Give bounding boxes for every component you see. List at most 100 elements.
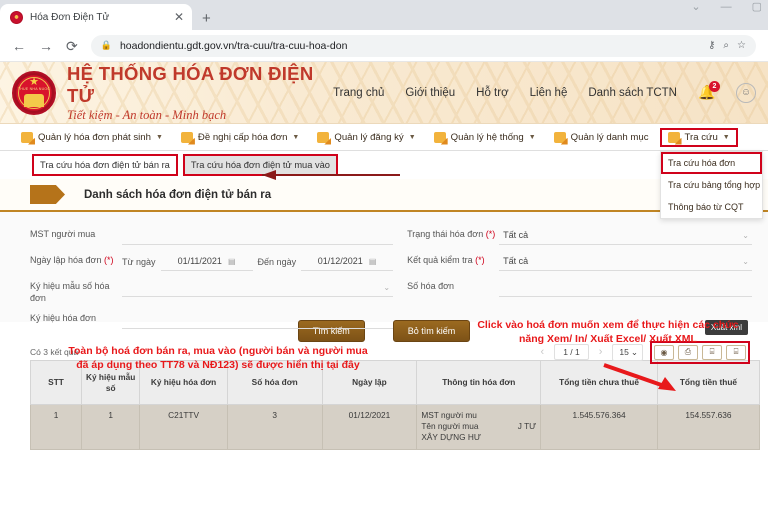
reload-icon[interactable]: ⟳ bbox=[66, 39, 78, 53]
lock-icon: 🔒 bbox=[100, 40, 112, 50]
tab-hoa-don-mua-vao[interactable]: Tra cứu hóa đơn điện tử mua vào bbox=[182, 154, 338, 176]
chevron-right-marker-icon bbox=[30, 185, 65, 204]
info-cong-ty: XÂY DỰNG HƯ bbox=[421, 432, 481, 443]
to-date-input[interactable]: 01/12/2021 ▤ bbox=[301, 252, 394, 271]
avatar[interactable]: ☺ bbox=[736, 82, 756, 103]
tab-hoa-don-ban-ra[interactable]: Tra cứu hóa đơn điện tử bán ra bbox=[32, 154, 178, 176]
info-ten-tail: J TƯ bbox=[517, 421, 537, 432]
menu-item-tra-cuu[interactable]: Tra cứu ▼ bbox=[659, 127, 738, 147]
close-icon[interactable]: ✕ bbox=[174, 11, 184, 23]
page-size-select[interactable]: 15 ⌄ bbox=[612, 343, 643, 361]
form-column-right: Trạng thái hóa đơn (*) Tất cả ⌄ Kết quả … bbox=[407, 226, 752, 318]
app-root: Hóa Đơn Điện Tử ✕ + ⌄ — ▢ ← → ⟳ 🔒 hoadon… bbox=[0, 0, 768, 519]
field-label: Số hóa đơn bbox=[407, 281, 455, 291]
new-tab-icon[interactable]: + bbox=[202, 11, 211, 26]
dropdown-item-tra-cuu-hoa-don[interactable]: Tra cứu hóa đơn bbox=[661, 152, 762, 174]
print-invoice-icon[interactable]: ⎙ bbox=[678, 344, 698, 360]
menu-item-quan-ly-hoa-don-phat-sinh[interactable]: Quản lý hóa đơn phát sinh ▼ bbox=[14, 129, 170, 146]
key-icon[interactable]: ⚷ bbox=[708, 40, 715, 51]
tra-cuu-dropdown-menu: Tra cứu hóa đơn Tra cứu bảng tổng hợp Th… bbox=[660, 151, 763, 219]
dropdown-item-thong-bao-tu-cqt[interactable]: Thông báo từ CQT bbox=[661, 196, 762, 218]
to-date-value: 01/12/2021 bbox=[317, 256, 363, 266]
nav-item-ho-tro[interactable]: Hỗ trợ bbox=[476, 87, 508, 99]
table-row[interactable]: 1 1 C21TTV 3 01/12/2021 MST người mu J T… bbox=[29, 404, 761, 450]
menu-label: Quản lý hóa đơn phát sinh bbox=[38, 131, 151, 143]
address-bar[interactable]: 🔒 hoadondientu.gdt.gov.vn/tra-cuu/tra-cu… bbox=[90, 34, 756, 57]
page-title: Danh sách hóa đơn điện tử bán ra bbox=[84, 188, 272, 201]
required-marker: (*) bbox=[103, 255, 114, 265]
mau-so-hoa-don-select[interactable]: ⌄ bbox=[122, 278, 394, 297]
menu-item-quan-ly-dang-ky[interactable]: Quản lý đăng ký ▼ bbox=[310, 129, 422, 146]
field-ky-hieu-mau-so-hoa-don: Ký hiệu mẫu số hóa đơn ⌄ bbox=[30, 278, 394, 305]
forward-icon[interactable]: → bbox=[39, 39, 53, 53]
search-icon[interactable]: ⌕ bbox=[723, 40, 729, 51]
field-ket-qua-kiem-tra: Kết quả kiểm tra (*) Tất cả ⌄ bbox=[407, 252, 752, 273]
notification-bell-icon[interactable]: 🔔 2 bbox=[698, 81, 720, 101]
field-label-text: Trạng thái hóa đơn bbox=[407, 229, 484, 239]
cell-ky-hieu: C21TTV bbox=[139, 404, 228, 450]
cell-ngay-lap: 01/12/2021 bbox=[321, 404, 418, 450]
back-icon[interactable]: ← bbox=[12, 39, 26, 53]
cell-thong-tin-hoa-don: MST người mu J TƯ Tên người mua XÂY DỰNG… bbox=[416, 404, 542, 450]
document-icon bbox=[21, 131, 33, 143]
dropdown-item-tra-cuu-bang-tong-hop[interactable]: Tra cứu bảng tổng hợp bbox=[661, 174, 762, 196]
result-count: Có 3 kết quả bbox=[30, 347, 79, 357]
nav-item-lien-he[interactable]: Liên hệ bbox=[530, 87, 568, 99]
cell-tien-chua-thue: 1.545.576.364 bbox=[540, 404, 658, 450]
minimize-icon[interactable]: — bbox=[721, 2, 732, 13]
top-navigation: Trang chủ Giới thiệu Hỗ trợ Liên hệ Danh… bbox=[333, 81, 768, 103]
browser-tab[interactable]: Hóa Đơn Điện Tử ✕ bbox=[0, 4, 192, 30]
field-label: Trạng thái hóa đơn (*) bbox=[407, 226, 499, 241]
menu-item-quan-ly-he-thong[interactable]: Quản lý hệ thống ▼ bbox=[427, 129, 543, 146]
nav-item-danh-sach-tctn[interactable]: Danh sách TCTN bbox=[588, 87, 677, 99]
document-icon bbox=[180, 131, 193, 143]
browser-toolbar: ← → ⟳ 🔒 hoadondientu.gdt.gov.vn/tra-cuu/… bbox=[0, 30, 768, 62]
calendar-icon[interactable]: ▤ bbox=[369, 257, 377, 266]
brand-slogan: Tiết kiệm - An toàn - Minh bạch bbox=[67, 107, 227, 122]
nav-item-trang-chu[interactable]: Trang chủ bbox=[333, 87, 384, 99]
national-emblem-icon: THUE NHA NUOC bbox=[12, 70, 56, 115]
invoice-panel: Danh sách hóa đơn điện tử bán ra MST ngư… bbox=[0, 179, 768, 450]
export-excel-icon[interactable]: ⌸ bbox=[702, 344, 722, 360]
menu-item-de-nghi-cap-hoa-don[interactable]: Đề nghị cấp hóa đơn ▼ bbox=[174, 129, 306, 146]
chevron-down-icon: ⌄ bbox=[383, 282, 391, 292]
prev-page-button[interactable]: ‹ bbox=[538, 346, 548, 358]
menu-label: Đề nghị cấp hóa đơn bbox=[197, 131, 288, 143]
clear-search-button[interactable]: Bỏ tìm kiếm bbox=[392, 320, 471, 342]
ky-hieu-hoa-don-input[interactable] bbox=[122, 310, 394, 329]
col-stt: STT bbox=[29, 360, 83, 405]
invoice-table-wrapper: STT Ký hiệu mẫu số Ký hiệu hóa đơn Số hó… bbox=[0, 360, 768, 450]
document-icon bbox=[667, 131, 680, 143]
menu-item-quan-ly-danh-muc[interactable]: Quản lý danh mục bbox=[547, 129, 656, 146]
required-marker: (*) bbox=[485, 229, 496, 239]
cell-so-hoa-don: 3 bbox=[226, 404, 323, 450]
field-label: Ngày lập hóa đơn (*) bbox=[30, 252, 122, 267]
so-hoa-don-input[interactable] bbox=[499, 278, 752, 297]
chevron-down-icon: ▼ bbox=[408, 133, 416, 141]
export-xml-icon[interactable]: ⌸ bbox=[726, 344, 746, 360]
chevron-down-icon[interactable]: ⌄ bbox=[691, 2, 700, 13]
window-controls: ⌄ — ▢ bbox=[691, 2, 762, 13]
mst-nguoi-mua-input[interactable] bbox=[122, 226, 394, 245]
favicon-icon bbox=[10, 10, 23, 24]
form-column-left: MST người mua Ngày lập hóa đơn (*) Từ ng… bbox=[30, 226, 394, 329]
field-trang-thai-hoa-don: Trạng thái hóa đơn (*) Tất cả ⌄ bbox=[407, 226, 752, 247]
ket-qua-kiem-tra-select[interactable]: Tất cả ⌄ bbox=[499, 252, 752, 271]
field-label-text: Ngày lập hóa đơn bbox=[30, 255, 102, 265]
view-invoice-icon[interactable]: ◉ bbox=[654, 344, 674, 360]
calendar-icon[interactable]: ▤ bbox=[228, 257, 236, 266]
results-bar: Có 3 kết quả ‹ 1 / 1 › 15 ⌄ ◉ ⎙ ⌸ ⌸ Xuất… bbox=[0, 320, 768, 364]
col-thong-tin-hoa-don: Thông tin hóa đơn bbox=[416, 360, 542, 405]
from-date-value: 01/11/2021 bbox=[177, 256, 222, 266]
bookmark-star-icon[interactable]: ☆ bbox=[737, 40, 746, 51]
next-page-button[interactable]: › bbox=[596, 346, 606, 358]
document-icon bbox=[317, 131, 330, 143]
nav-item-gioi-thieu[interactable]: Giới thiệu bbox=[405, 87, 455, 99]
trang-thai-hoa-don-select[interactable]: Tất cả ⌄ bbox=[499, 226, 752, 245]
site-header: THUE NHA NUOC HỆ THỐNG HÓA ĐƠN ĐIỆN TỬ T… bbox=[0, 62, 768, 124]
maximize-icon[interactable]: ▢ bbox=[752, 2, 762, 13]
to-date-label: Đến ngày bbox=[257, 256, 297, 267]
from-date-input[interactable]: 01/11/2021 ▤ bbox=[160, 252, 253, 271]
chevron-down-icon: ⌄ bbox=[742, 256, 749, 266]
pagination: ‹ 1 / 1 › 15 ⌄ ◉ ⎙ ⌸ ⌸ bbox=[538, 340, 760, 364]
